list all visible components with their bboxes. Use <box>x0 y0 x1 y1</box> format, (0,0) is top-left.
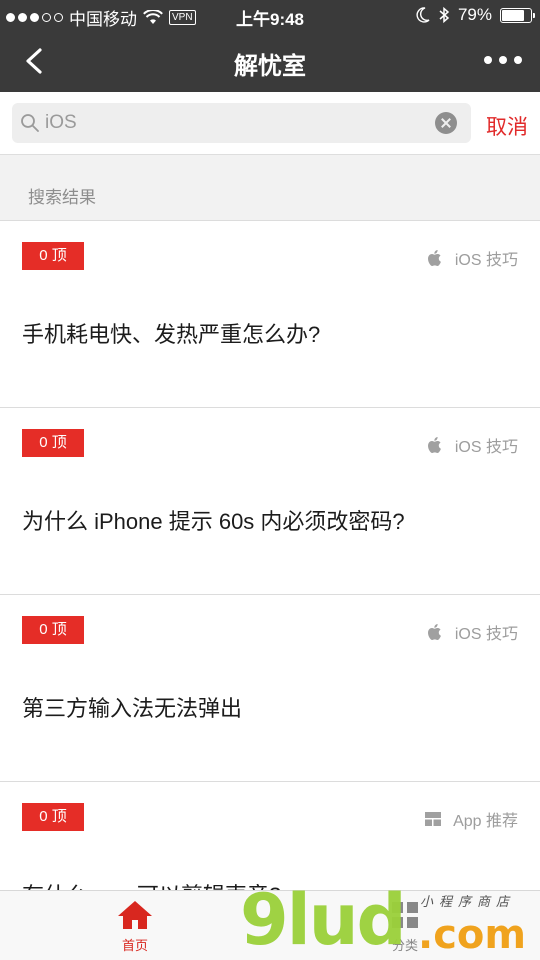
moon-icon <box>416 7 430 23</box>
search-icon <box>21 114 39 132</box>
search-bar: 取消 <box>0 92 540 155</box>
app-grid-icon <box>425 812 442 826</box>
battery-icon <box>500 7 535 23</box>
upvote-badge[interactable]: 0 顶 <box>22 616 84 644</box>
apple-icon <box>427 250 441 266</box>
result-list: 0 顶 iOS 技巧 手机耗电快、发热严重怎么办? 0 顶 iOS 技巧 为什么… <box>0 221 540 960</box>
question-title[interactable]: 第三方输入法无法弹出 <box>22 691 242 723</box>
category-label: iOS 技巧 <box>454 252 518 269</box>
apple-icon <box>427 624 441 640</box>
more-icon[interactable] <box>484 56 522 64</box>
nav-bar: 解忧室 <box>0 30 540 92</box>
home-icon <box>118 901 152 929</box>
question-title[interactable]: 为什么 iPhone 提示 60s 内必须改密码? <box>22 504 405 536</box>
category-tag: App 推荐 <box>423 807 518 831</box>
apple-icon <box>427 437 441 453</box>
upvote-badge[interactable]: 0 顶 <box>22 242 84 270</box>
category-tag: iOS 技巧 <box>425 620 518 644</box>
list-item[interactable]: 0 顶 iOS 技巧 第三方输入法无法弹出 <box>0 595 540 782</box>
cancel-button[interactable]: 取消 <box>486 111 528 141</box>
tab-home-label: 首页 <box>121 938 148 953</box>
category-label: App 推荐 <box>453 813 518 830</box>
watermark: 9lud .com 小程序商店 <box>240 885 540 960</box>
watermark-domain: .com <box>418 912 527 958</box>
upvote-badge[interactable]: 0 顶 <box>22 803 84 831</box>
status-bar: 中国移动 VPN 上午9:48 79% <box>0 0 540 30</box>
search-box[interactable] <box>12 103 471 143</box>
list-item[interactable]: 0 顶 iOS 技巧 为什么 iPhone 提示 60s 内必须改密码? <box>0 408 540 595</box>
category-label: iOS 技巧 <box>454 439 518 456</box>
question-title[interactable]: 手机耗电快、发热严重怎么办? <box>22 317 320 349</box>
status-right: 79% <box>416 5 535 25</box>
list-item[interactable]: 0 顶 iOS 技巧 手机耗电快、发热严重怎么办? <box>0 221 540 408</box>
page-title: 解忧室 <box>234 53 306 80</box>
clear-icon[interactable] <box>435 112 457 134</box>
tab-home[interactable]: 首页 <box>75 899 195 954</box>
section-label: 搜索结果 <box>28 188 96 207</box>
battery-percent: 79% <box>457 5 492 24</box>
category-tag: iOS 技巧 <box>425 246 518 270</box>
upvote-badge[interactable]: 0 顶 <box>22 429 84 457</box>
category-tag: iOS 技巧 <box>425 433 518 457</box>
watermark-subtitle: 小程序商店 <box>420 894 516 909</box>
search-input[interactable] <box>45 109 425 137</box>
bluetooth-icon <box>439 6 450 24</box>
category-label: iOS 技巧 <box>454 626 518 643</box>
watermark-brand: 9lud <box>240 879 407 960</box>
